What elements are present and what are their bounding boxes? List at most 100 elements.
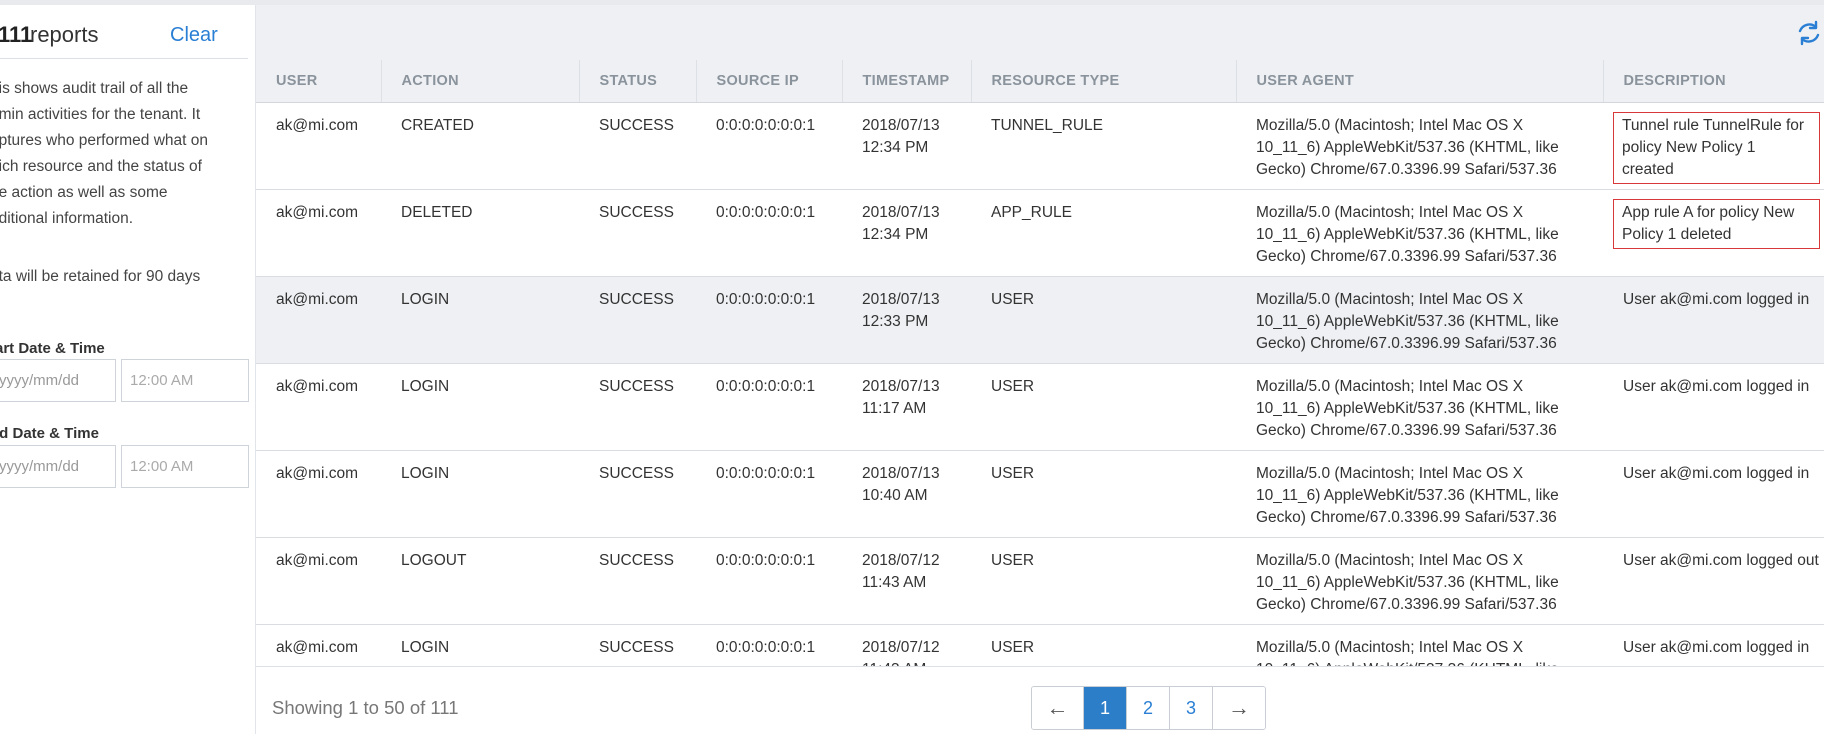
table-row[interactable]: ak@mi.com LOGOUT SUCCESS 0:0:0:0:0:0:0:1 201…	[256, 537, 1824, 625]
top-border	[0, 0, 1824, 5]
timestamp-time: 12:34 PM	[862, 225, 929, 243]
end-time-input[interactable]: 12:00 AM	[121, 445, 249, 488]
highlighted-description: Tunnel rule TunnelRule for policy New Po…	[1613, 111, 1820, 184]
description-text: User ak@mi.com logged out	[1623, 551, 1819, 569]
report-count: 111	[0, 22, 33, 47]
start-date-input[interactable]: yyyy/mm/dd	[0, 359, 116, 402]
action-cell: LOGIN	[381, 450, 579, 538]
resource-type-cell: USER	[971, 363, 1236, 451]
description-line: hich resource and the status of	[0, 158, 202, 175]
source-ip-cell: 0:0:0:0:0:0:0:1	[696, 276, 842, 364]
timestamp-time: 12:34 PM	[862, 138, 929, 156]
page-button-1[interactable]: 1	[1084, 687, 1127, 729]
end-date-input[interactable]: yyyy/mm/dd	[0, 445, 116, 488]
next-page-button[interactable]: →	[1213, 687, 1265, 729]
action-cell: CREATED	[381, 102, 579, 190]
start-date-label: tart Date & Time	[0, 340, 105, 357]
timestamp-date: 2018/07/13	[862, 203, 940, 221]
clear-button[interactable]: Clear	[170, 24, 218, 47]
description-cell: User ak@mi.com logged out	[1603, 537, 1824, 625]
description-cell: App rule A for policy New Policy 1 delet…	[1603, 189, 1824, 277]
timestamp-time: 11:43 AM	[862, 659, 951, 667]
action-cell: LOGIN	[381, 624, 579, 666]
resource-type-cell: USER	[971, 276, 1236, 364]
timestamp-date: 2018/07/13	[862, 116, 940, 134]
resource-type-cell: USER	[971, 624, 1236, 666]
description-text: User ak@mi.com logged in	[1623, 377, 1810, 395]
user-cell: ak@mi.com	[256, 189, 381, 277]
column-header-description[interactable]: DESCRIPTION	[1603, 60, 1824, 103]
table-row[interactable]: ak@mi.com LOGIN SUCCESS 0:0:0:0:0:0:0:1 2018…	[256, 276, 1824, 364]
resource-type-cell: USER	[971, 537, 1236, 625]
column-header-status[interactable]: STATUS	[579, 60, 697, 103]
action-cell: LOGIN	[381, 276, 579, 364]
report-count-label: reports	[30, 22, 99, 47]
start-time-input[interactable]: 12:00 AM	[121, 359, 249, 402]
table-row[interactable]: ak@mi.com DELETED SUCCESS 0:0:0:0:0:0:0:1 20…	[256, 189, 1824, 277]
timestamp-date: 2018/07/12	[862, 551, 940, 569]
column-header-timestamp[interactable]: TIMESTAMP	[842, 60, 972, 103]
description-cell: User ak@mi.com logged in	[1603, 450, 1824, 538]
table-scroll-area[interactable]: USER ACTION STATUS SOURCE IP TIMESTAMP R…	[256, 60, 1824, 666]
column-header-user[interactable]: USER	[256, 60, 382, 103]
sidebar-divider	[0, 58, 248, 59]
source-ip-cell: 0:0:0:0:0:0:0:1	[696, 189, 842, 277]
user-agent-cell: Mozilla/5.0 (Macintosh; Intel Mac OS X 1…	[1236, 276, 1603, 364]
timestamp-date: 2018/07/12	[862, 638, 940, 656]
user-cell: ak@mi.com	[256, 624, 381, 666]
refresh-icon[interactable]	[1794, 18, 1824, 48]
timestamp-time: 11:43 AM	[862, 573, 927, 591]
table-row[interactable]: ak@mi.com LOGIN SUCCESS 0:0:0:0:0:0:0:1 2018…	[256, 624, 1824, 666]
page-button-2[interactable]: 2	[1127, 687, 1170, 729]
audit-table: USER ACTION STATUS SOURCE IP TIMESTAMP R…	[256, 60, 1824, 666]
status-cell: SUCCESS	[579, 450, 696, 538]
user-cell: ak@mi.com	[256, 450, 381, 538]
table-row[interactable]: ak@mi.com CREATED SUCCESS 0:0:0:0:0:0:0:1 20…	[256, 102, 1824, 190]
timestamp-cell: 2018/07/13 11:17 AM	[842, 363, 971, 451]
user-cell: ak@mi.com	[256, 276, 381, 364]
prev-page-button[interactable]: ←	[1032, 687, 1084, 729]
column-header-action[interactable]: ACTION	[381, 60, 580, 103]
table-row[interactable]: ak@mi.com LOGIN SUCCESS 0:0:0:0:0:0:0:1 2018…	[256, 363, 1824, 451]
timestamp-time: 12:33 PM	[862, 312, 929, 330]
table-footer: Showing 1 to 50 of 111 ← 1 2 3 →	[256, 666, 1824, 734]
audit-description: his shows audit trail of all the dmin ac…	[0, 76, 240, 232]
action-cell: DELETED	[381, 189, 579, 277]
source-ip-cell: 0:0:0:0:0:0:0:1	[696, 363, 842, 451]
user-agent-cell: Mozilla/5.0 (Macintosh; Intel Mac OS X 1…	[1236, 363, 1603, 451]
user-agent-cell: Mozilla/5.0 (Macintosh; Intel Mac OS X 1…	[1236, 189, 1603, 277]
description-line: dditional information.	[0, 210, 134, 227]
status-cell: SUCCESS	[579, 363, 696, 451]
timestamp-date: 2018/07/13	[862, 290, 940, 308]
timestamp-time: 11:17 AM	[862, 399, 927, 417]
description-text: User ak@mi.com logged in	[1623, 464, 1810, 482]
highlighted-description: App rule A for policy New Policy 1 delet…	[1613, 198, 1820, 249]
timestamp-cell: 2018/07/12 11:43 AM	[842, 624, 971, 666]
user-agent-cell: Mozilla/5.0 (Macintosh; Intel Mac OS X 1…	[1236, 450, 1603, 538]
description-cell: User ak@mi.com logged in	[1603, 363, 1824, 451]
column-header-resource-type[interactable]: RESOURCE TYPE	[971, 60, 1237, 103]
description-line: dmin activities for the tenant. It	[0, 106, 201, 123]
description-line: aptures who performed what on	[0, 132, 208, 149]
timestamp-cell: 2018/07/13 12:34 PM	[842, 102, 971, 190]
page-button-3[interactable]: 3	[1170, 687, 1213, 729]
showing-count: Showing 1 to 50 of 111	[272, 697, 459, 718]
status-cell: SUCCESS	[579, 537, 696, 625]
pagination: ← 1 2 3 →	[1031, 686, 1266, 730]
table-row[interactable]: ak@mi.com LOGIN SUCCESS 0:0:0:0:0:0:0:1 2018…	[256, 450, 1824, 538]
timestamp-time: 10:40 AM	[862, 486, 928, 504]
resource-type-cell: APP_RULE	[971, 189, 1236, 277]
source-ip-cell: 0:0:0:0:0:0:0:1	[696, 450, 842, 538]
audit-table-panel: USER ACTION STATUS SOURCE IP TIMESTAMP R…	[256, 0, 1824, 734]
status-cell: SUCCESS	[579, 624, 696, 666]
column-header-source-ip[interactable]: SOURCE IP	[696, 60, 843, 103]
user-cell: ak@mi.com	[256, 537, 381, 625]
timestamp-date: 2018/07/13	[862, 377, 940, 395]
user-agent-cell: Mozilla/5.0 (Macintosh; Intel Mac OS X 1…	[1236, 537, 1603, 625]
source-ip-cell: 0:0:0:0:0:0:0:1	[696, 102, 842, 190]
description-text: User ak@mi.com logged in	[1623, 638, 1810, 656]
source-ip-cell: 0:0:0:0:0:0:0:1	[696, 624, 842, 666]
timestamp-cell: 2018/07/13 10:40 AM	[842, 450, 971, 538]
column-header-user-agent[interactable]: USER AGENT	[1236, 60, 1604, 103]
table-toolbar	[256, 5, 1824, 60]
